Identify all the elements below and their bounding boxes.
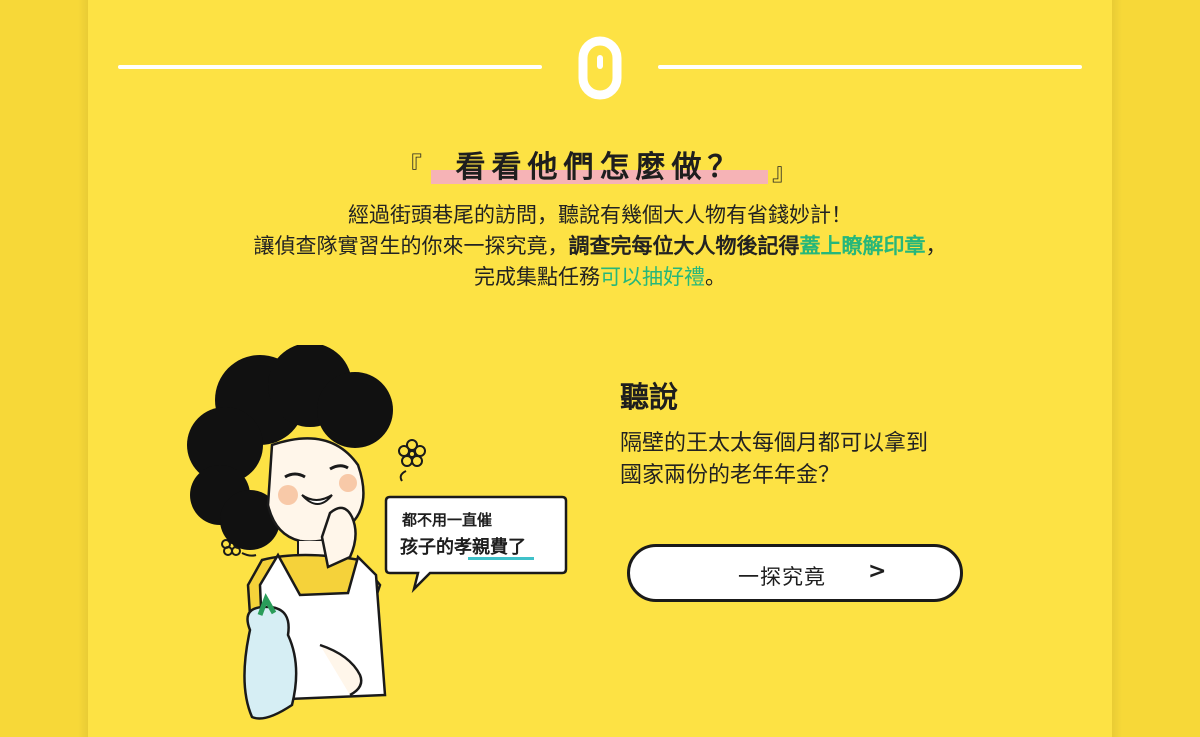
divider-left (118, 65, 542, 69)
cheek (278, 485, 298, 505)
intro-line-1: 經過街頭巷尾的訪問，聽說有幾個大人物有省錢妙計！ (348, 203, 852, 227)
cheek (339, 474, 357, 492)
speech-bubble: 都不用一直催 孩子的孝親費了 (384, 495, 568, 594)
panel-shadow-right (1112, 0, 1122, 737)
hearsay-line-2: 國家兩份的老年年金？ (620, 463, 841, 488)
panel-shadow-left (78, 0, 88, 737)
hearsay-text: 隔壁的王太太每個月都可以拿到 國家兩份的老年年金？ (620, 428, 928, 492)
intro-line-3: 完成集點任務可以抽好禮。 (0, 262, 1200, 293)
explore-button[interactable]: 一探究竟 > (627, 544, 963, 602)
title-bracket-left: 『 (398, 152, 422, 180)
explore-button-label: 一探究竟 (738, 565, 826, 589)
intro-line-2: 讓偵查隊實習生的你來一探究竟，調查完每位大人物後記得蓋上瞭解印章， (0, 231, 1200, 262)
chevron-right-icon: > (868, 559, 887, 584)
intro-line-2-bold: 調查完每位大人物後記得 (568, 234, 800, 258)
intro-text: 經過街頭巷尾的訪問，聽說有幾個大人物有省錢妙計！ 讓偵查隊實習生的你來一探究竟，… (0, 200, 1200, 293)
intro-line-2-green: 蓋上瞭解印章 (799, 234, 926, 258)
bubble-underline (468, 557, 534, 560)
intro-line-2-post: ， (925, 234, 947, 258)
character-illustration: 都不用一直催 孩子的孝親費了 (187, 345, 568, 720)
section-title: 看看他們怎麼做？ (455, 150, 744, 185)
title-bracket-right: 』 (772, 158, 796, 186)
flower-icon (398, 439, 426, 482)
bubble-line-1: 都不用一直催 (401, 511, 492, 529)
hearsay-title: 聽說 (620, 380, 679, 414)
hearsay-line-1: 隔壁的王太太每個月都可以拿到 (620, 431, 929, 456)
intro-line-2-pre: 讓偵查隊實習生的你來一探究竟， (253, 234, 569, 258)
divider-right (658, 65, 1082, 69)
intro-line-3-pre: 完成集點任務 (474, 265, 600, 289)
bubble-line-2: 孩子的孝親費了 (400, 536, 526, 558)
intro-line-3-post: 。 (705, 265, 726, 289)
section-number-zero (578, 36, 622, 100)
intro-line-3-green: 可以抽好禮 (600, 265, 705, 289)
plastic-bag (243, 605, 298, 720)
